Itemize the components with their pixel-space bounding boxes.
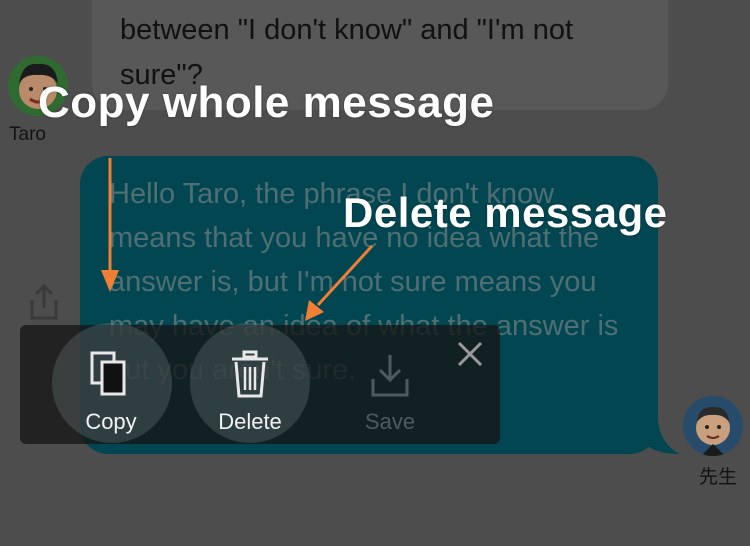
delete-arrow [305, 244, 374, 321]
copy-annotation: Copy whole message [38, 78, 495, 127]
copy-arrow [101, 158, 119, 292]
delete-annotation: Delete message [343, 189, 668, 236]
